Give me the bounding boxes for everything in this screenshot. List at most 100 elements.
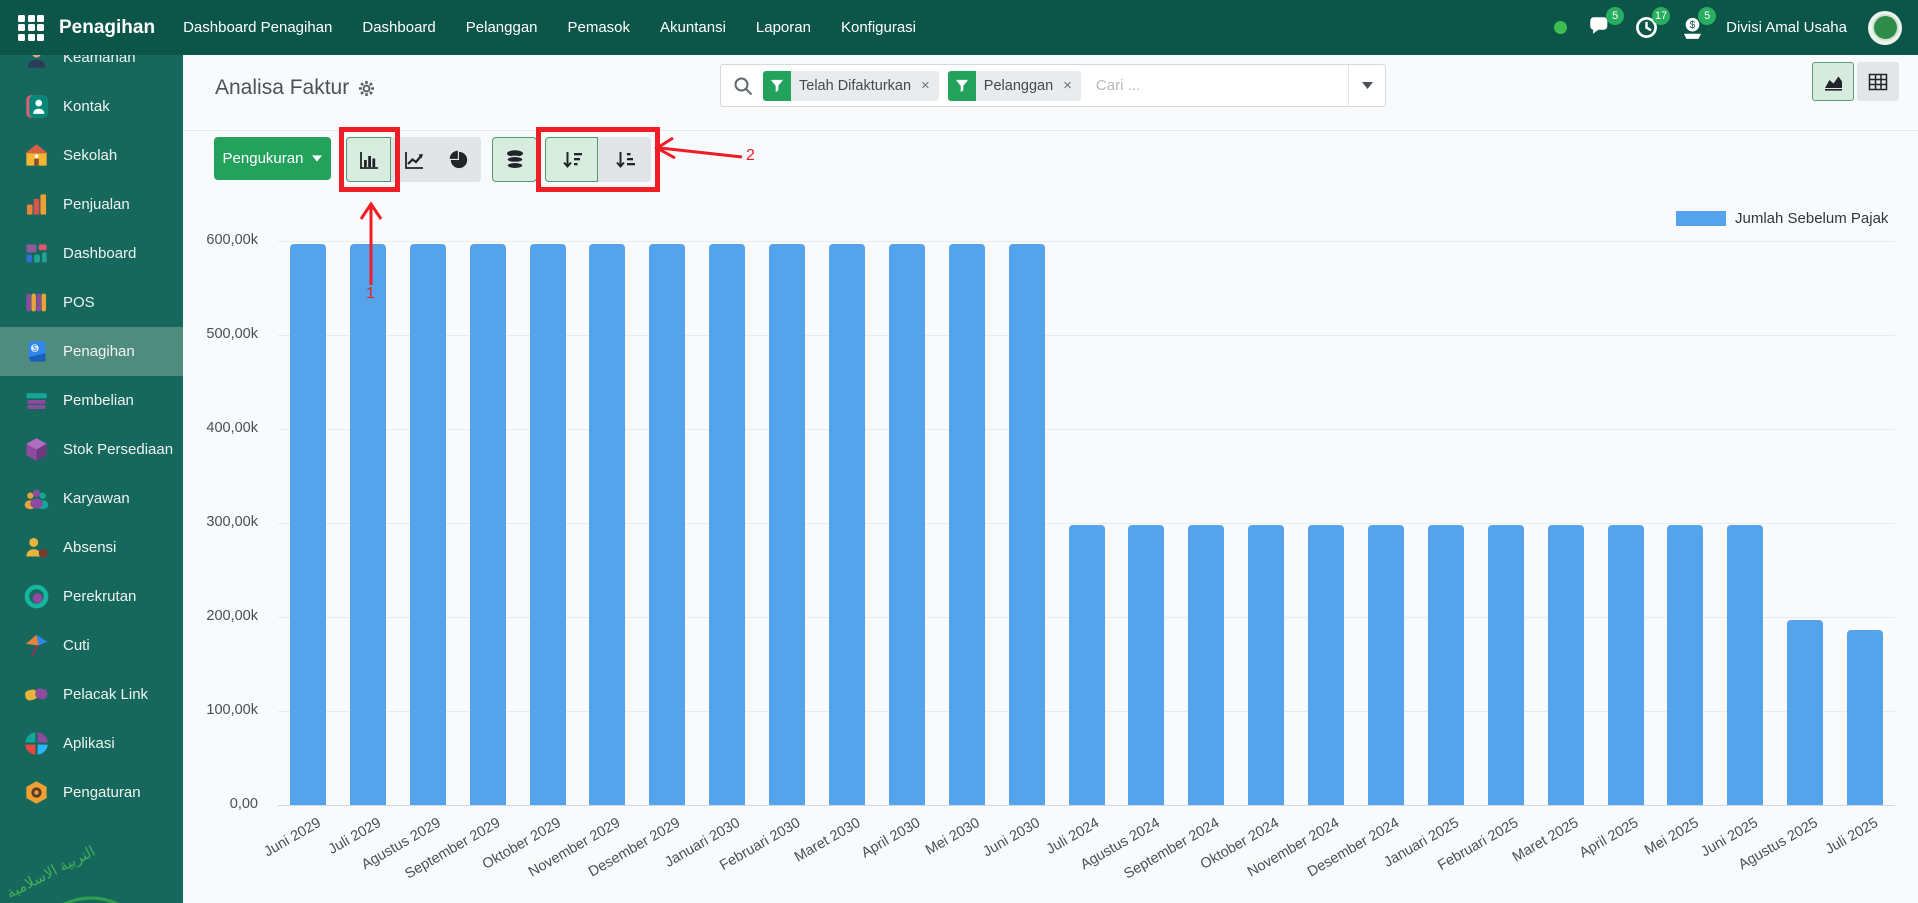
messages-badge: 5	[1606, 7, 1624, 25]
bar-mei-2025[interactable]	[1667, 525, 1703, 805]
bar-april-2030[interactable]	[889, 244, 925, 805]
sidebar-item-kontak[interactable]: Kontak	[0, 82, 183, 131]
app-brand[interactable]: Penagihan	[59, 17, 155, 39]
bar-agustus-2029[interactable]	[410, 244, 446, 805]
x-axis-label: Mei 2025	[1642, 815, 1702, 859]
bar-maret-2030[interactable]	[829, 244, 865, 805]
bar-juli-2024[interactable]	[1069, 525, 1105, 805]
bar-juli-2029[interactable]	[350, 244, 386, 805]
sidebar-item-label: Absensi	[63, 539, 116, 556]
bar-maret-2025[interactable]	[1548, 525, 1584, 805]
remove-filter-icon[interactable]: ×	[1061, 77, 1081, 94]
bar-oktober-2029[interactable]	[530, 244, 566, 805]
bar-februari-2025[interactable]	[1488, 525, 1524, 805]
bar-september-2024[interactable]	[1188, 525, 1224, 805]
search-options-toggle[interactable]	[1348, 65, 1385, 106]
bar-november-2029[interactable]	[589, 244, 625, 805]
sidebar-item-penjualan[interactable]: Penjualan	[0, 180, 183, 229]
filter-chip-label: Pelanggan	[976, 78, 1061, 94]
sidebar-item-aplikasi[interactable]: Aplikasi	[0, 719, 183, 768]
sidebar-item-pelacak-link[interactable]: Pelacak Link	[0, 670, 183, 719]
dashboard-icon	[23, 240, 50, 267]
area-chart-icon	[1823, 73, 1844, 91]
bar-november-2024[interactable]	[1308, 525, 1344, 805]
user-avatar[interactable]	[1868, 11, 1902, 45]
search-bar[interactable]: Telah Difakturkan×Pelanggan× Cari ...	[720, 64, 1386, 107]
search-icon	[733, 76, 753, 96]
graph-view-button[interactable]	[1812, 62, 1854, 101]
sidebar-item-keamanan[interactable]: Keamanan	[0, 55, 183, 82]
invoice-analysis-bar-chart: Jumlah Sebelum Pajak 600,00k500,00k400,0…	[183, 191, 1918, 903]
perekrutan-icon	[23, 583, 50, 610]
bar-januari-2030[interactable]	[709, 244, 745, 805]
topbar-menu-item-dashboard[interactable]: Dashboard	[362, 19, 435, 36]
penjualan-icon	[23, 191, 50, 218]
chevron-down-icon	[312, 155, 322, 162]
bar-mei-2030[interactable]	[949, 244, 985, 805]
filter-chip-telah-difakturkan[interactable]: Telah Difakturkan×	[763, 71, 939, 101]
legend-swatch	[1676, 211, 1726, 226]
sidebar-item-penagihan[interactable]: $Penagihan	[0, 327, 183, 376]
x-axis-label: April 2030	[858, 815, 923, 862]
bar-desember-2029[interactable]	[649, 244, 685, 805]
sidebar-item-pengaturan[interactable]: Pengaturan	[0, 768, 183, 817]
gear-icon[interactable]	[358, 80, 375, 97]
bar-juli-2025[interactable]	[1847, 630, 1883, 805]
control-panel: Analisa Faktur Telah Difakturkan× Pelangg…	[183, 55, 1918, 131]
database-stack-icon	[504, 149, 526, 171]
sidebar-item-sekolah[interactable]: Sekolah	[0, 131, 183, 180]
payments-icon[interactable]: $ 5	[1680, 15, 1705, 40]
search-placeholder[interactable]: Cari ...	[1096, 77, 1348, 94]
bar-agustus-2024[interactable]	[1128, 525, 1164, 805]
topbar-menu-item-konfigurasi[interactable]: Konfigurasi	[841, 19, 916, 36]
filter-chip-pelanggan[interactable]: Pelanggan×	[948, 71, 1081, 101]
sidebar-item-stok-persediaan[interactable]: Stok Persediaan	[0, 425, 183, 474]
sidebar-item-dashboard[interactable]: Dashboard	[0, 229, 183, 278]
sekolah-icon	[23, 142, 50, 169]
bar-desember-2024[interactable]	[1368, 525, 1404, 805]
bar-april-2025[interactable]	[1608, 525, 1644, 805]
chevron-down-icon	[1362, 82, 1373, 89]
annotation-label-1: 1	[366, 285, 375, 303]
sidebar-item-absensi[interactable]: Absensi	[0, 523, 183, 572]
activities-clock-icon[interactable]: 17	[1634, 15, 1659, 40]
x-axis-label: April 2025	[1577, 815, 1642, 862]
bar-oktober-2024[interactable]	[1248, 525, 1284, 805]
pie-chart-button[interactable]	[436, 137, 481, 182]
page-title: Analisa Faktur	[215, 76, 375, 100]
topbar-menu-item-pelanggan[interactable]: Pelanggan	[466, 19, 538, 36]
sidebar-item-label: Karyawan	[63, 490, 130, 507]
sidebar-item-karyawan[interactable]: Karyawan	[0, 474, 183, 523]
pivot-view-button[interactable]	[1857, 62, 1899, 101]
measures-button[interactable]: Pengukuran	[214, 137, 331, 180]
sidebar-item-label: Sekolah	[63, 147, 117, 164]
topbar-menu-item-laporan[interactable]: Laporan	[756, 19, 811, 36]
annotation-arrow-left	[646, 134, 748, 166]
view-switcher	[1812, 62, 1899, 101]
remove-filter-icon[interactable]: ×	[919, 77, 939, 94]
topbar-menu-item-akuntansi[interactable]: Akuntansi	[660, 19, 726, 36]
bar-februari-2030[interactable]	[769, 244, 805, 805]
company-name[interactable]: Divisi Amal Usaha	[1726, 19, 1847, 36]
sidebar: KeamananKontakSekolahPenjualanDashboardP…	[0, 55, 183, 903]
sidebar-item-perekrutan[interactable]: Perekrutan	[0, 572, 183, 621]
bar-januari-2025[interactable]	[1428, 525, 1464, 805]
bar-juni-2030[interactable]	[1009, 244, 1045, 805]
y-axis-tick-label: 0,00	[183, 796, 258, 812]
svg-text:$: $	[33, 344, 38, 353]
topbar-menu-item-pemasok[interactable]: Pemasok	[568, 19, 631, 36]
bar-juni-2025[interactable]	[1727, 525, 1763, 805]
y-axis-tick-label: 400,00k	[183, 420, 258, 436]
stacked-button[interactable]	[492, 137, 537, 182]
bar-agustus-2025[interactable]	[1787, 620, 1823, 805]
sidebar-item-pembelian[interactable]: Pembelian	[0, 376, 183, 425]
topbar-menu-item-dashboard-penagihan[interactable]: Dashboard Penagihan	[183, 19, 332, 36]
gridline	[278, 335, 1895, 336]
sidebar-item-label: Aplikasi	[63, 735, 115, 752]
bar-september-2029[interactable]	[470, 244, 506, 805]
sidebar-item-pos[interactable]: POS	[0, 278, 183, 327]
apps-menu-icon[interactable]	[18, 15, 44, 41]
sidebar-item-cuti[interactable]: Cuti	[0, 621, 183, 670]
bar-juni-2029[interactable]	[290, 244, 326, 805]
messages-icon[interactable]: 5	[1588, 15, 1613, 40]
